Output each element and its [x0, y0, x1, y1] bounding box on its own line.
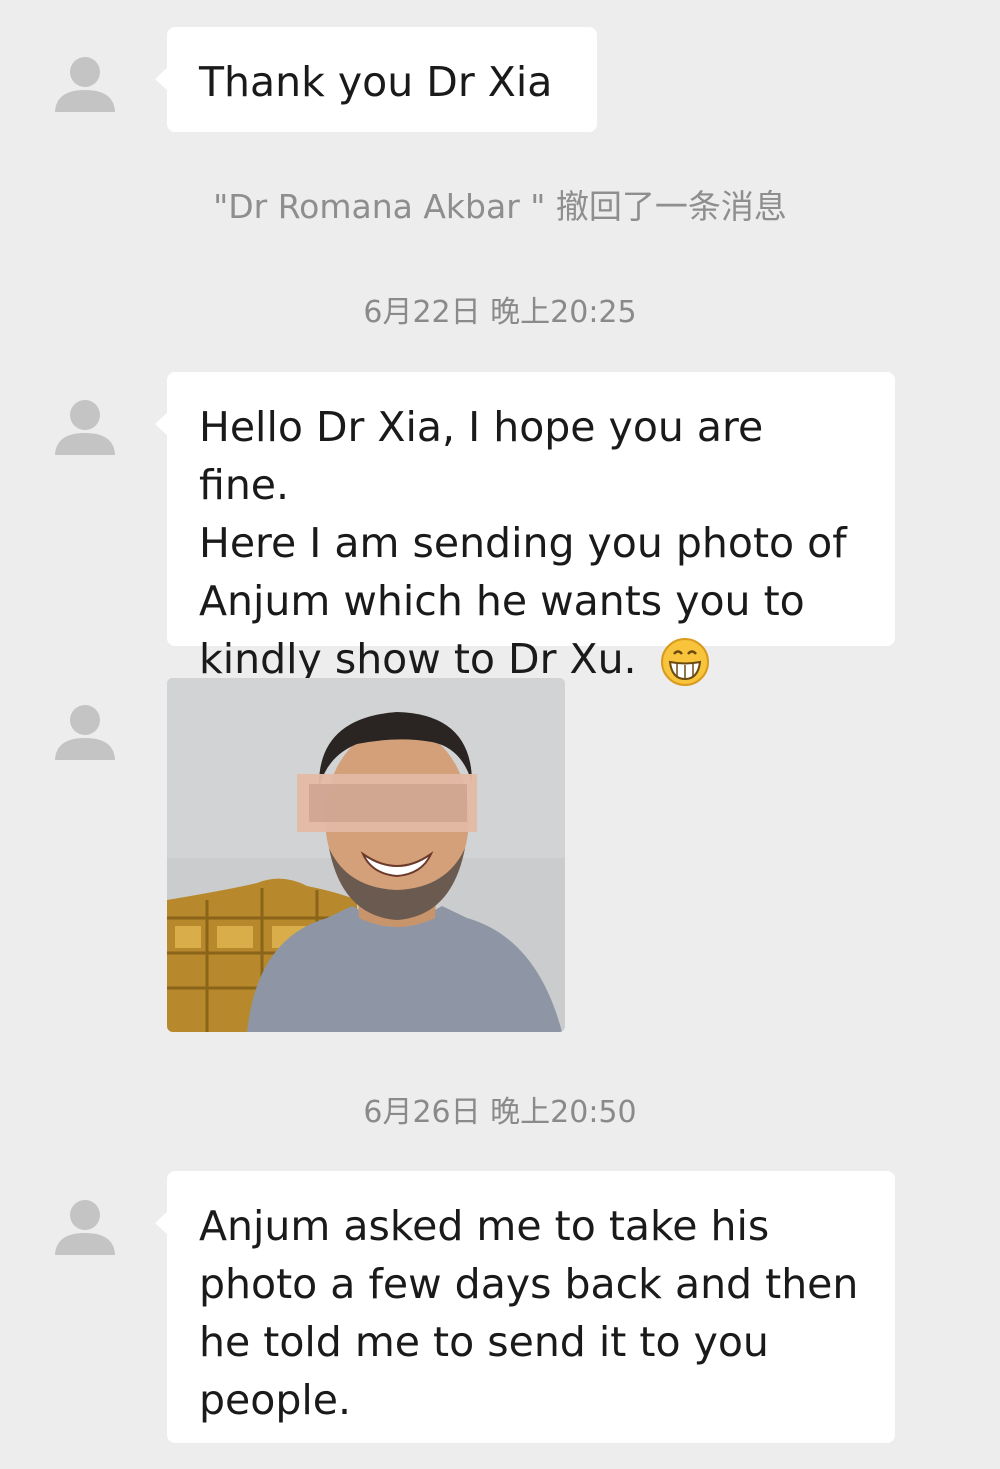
recall-notice: "Dr Romana Akbar " 撤回了一条消息 [213, 187, 787, 226]
message-bubble[interactable]: Thank you Dr Xia [155, 27, 597, 132]
message-line: he told me to send it to you [199, 1318, 769, 1366]
message-line: photo a few days back and then [199, 1260, 859, 1308]
message-bubble[interactable]: Hello Dr Xia, I hope you are fine. Here … [155, 372, 895, 686]
message-bubble[interactable]: Anjum asked me to take his photo a few d… [155, 1171, 895, 1443]
message-line: people. [199, 1376, 352, 1424]
timestamp: 6月26日 晚上20:50 [363, 1095, 637, 1130]
message-line: Anjum asked me to take his [199, 1202, 770, 1250]
portrait-photo [167, 678, 565, 1032]
contact-avatar-icon[interactable] [52, 1193, 118, 1259]
contact-avatar-icon[interactable] [52, 698, 118, 764]
message-line: Here I am sending you photo of [199, 519, 847, 567]
timestamp: 6月22日 晚上20:25 [363, 295, 637, 330]
message-line: Anjum which he wants you to [199, 577, 805, 625]
grinning-face-emoji-icon [660, 638, 709, 686]
message-line: Hello Dr Xia, I hope you are fine. [199, 403, 764, 509]
message-text: Thank you Dr Xia [199, 58, 553, 106]
contact-avatar-icon[interactable] [52, 50, 118, 116]
photo-message[interactable] [167, 678, 565, 1032]
contact-avatar-icon[interactable] [52, 393, 118, 459]
